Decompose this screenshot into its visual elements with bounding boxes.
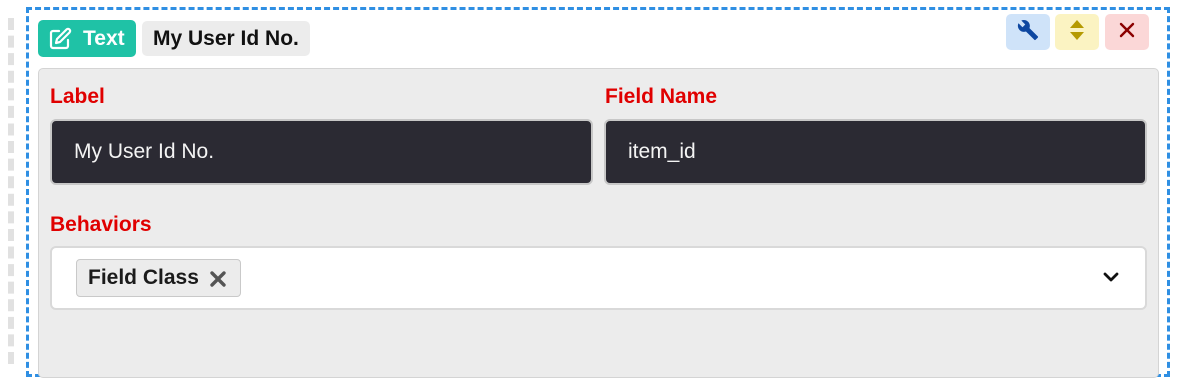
sort-arrows-icon [1069, 19, 1085, 46]
move-button[interactable] [1055, 14, 1099, 50]
remove-button[interactable] [1105, 14, 1149, 50]
settings-button[interactable] [1006, 14, 1050, 50]
label-input[interactable] [50, 119, 593, 185]
edit-square-icon [48, 27, 72, 51]
type-badge: Text [38, 20, 136, 57]
form-panel [38, 68, 1159, 378]
block-name-badge: My User Id No. [142, 21, 310, 56]
field-name-input[interactable] [604, 119, 1147, 185]
behavior-tag: Field Class [76, 259, 241, 297]
field-name-title: Field Name [605, 85, 718, 108]
chevron-down-icon[interactable] [1103, 269, 1119, 285]
tag-remove-icon[interactable] [208, 269, 228, 289]
close-icon [1118, 21, 1136, 44]
left-dashed-guide [8, 18, 14, 364]
type-badge-label: Text [83, 26, 125, 50]
behaviors-select[interactable]: Field Class [50, 246, 1147, 310]
behavior-tag-label: Field Class [88, 266, 199, 289]
behaviors-title: Behaviors [50, 213, 152, 236]
label-field-title: Label [50, 85, 105, 108]
wrench-icon [1017, 19, 1039, 46]
